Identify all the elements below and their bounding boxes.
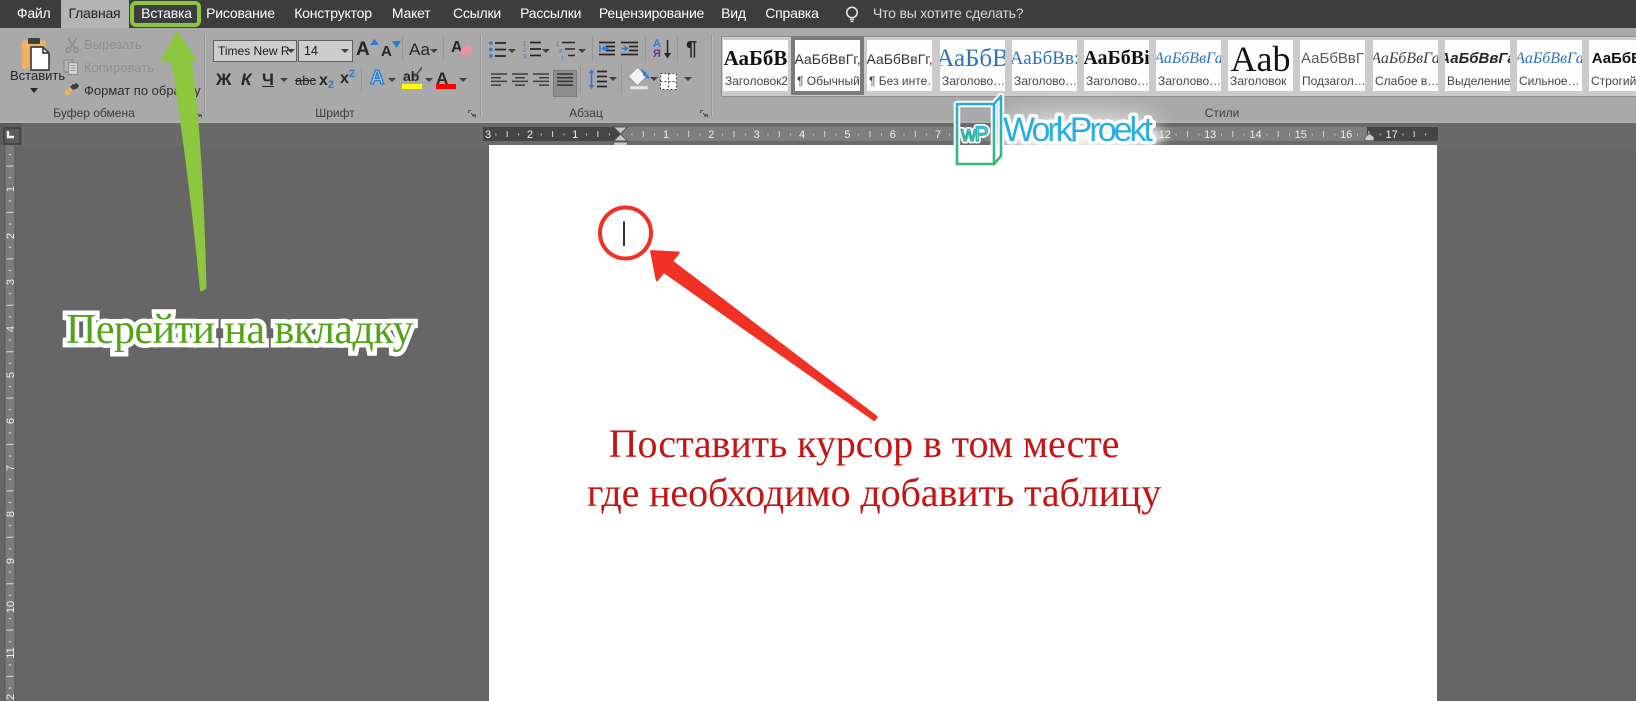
svg-text:10: 10 (1068, 129, 1080, 141)
svg-text:a: a (559, 49, 563, 55)
svg-text:6: 6 (890, 129, 896, 141)
svg-text:4: 4 (5, 326, 17, 332)
svg-text:12: 12 (1159, 129, 1171, 141)
svg-text:1: 1 (5, 186, 17, 192)
svg-text:i: i (562, 55, 563, 59)
svg-text:3: 3 (523, 54, 527, 60)
svg-text:3: 3 (485, 129, 491, 141)
svg-text:9: 9 (1026, 129, 1032, 141)
svg-text:1: 1 (556, 42, 560, 48)
svg-text:15: 15 (1295, 129, 1307, 141)
svg-text:10: 10 (5, 601, 17, 613)
svg-text:17: 17 (1385, 129, 1397, 141)
svg-text:5: 5 (844, 129, 850, 141)
svg-text:3: 3 (5, 279, 17, 285)
svg-text:14: 14 (1249, 129, 1261, 141)
svg-text:2: 2 (527, 129, 533, 141)
svg-text:2: 2 (708, 129, 714, 141)
svg-text:5: 5 (5, 372, 17, 378)
svg-text:8: 8 (5, 511, 17, 517)
svg-text:12: 12 (5, 694, 17, 701)
svg-text:11: 11 (5, 647, 17, 658)
svg-text:1: 1 (663, 129, 669, 141)
svg-text:13: 13 (1204, 129, 1216, 141)
svg-text:1: 1 (572, 129, 578, 141)
svg-text:7: 7 (935, 129, 941, 141)
svg-text:16: 16 (1340, 129, 1352, 141)
svg-text:11: 11 (1114, 129, 1125, 141)
svg-text:6: 6 (5, 418, 17, 424)
svg-text:9: 9 (5, 558, 17, 564)
svg-text:2: 2 (5, 233, 17, 239)
svg-text:3: 3 (754, 129, 760, 141)
svg-text:4: 4 (799, 129, 805, 141)
svg-text:8: 8 (980, 129, 986, 141)
svg-text:7: 7 (5, 465, 17, 471)
